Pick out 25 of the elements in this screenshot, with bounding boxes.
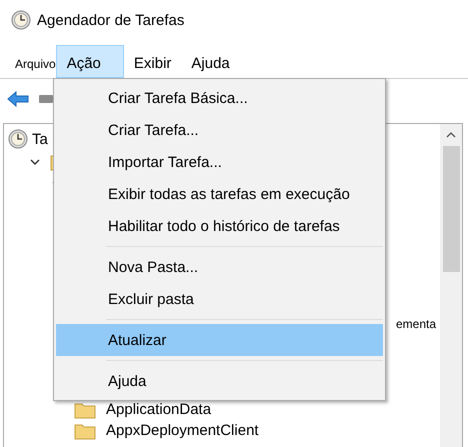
tree-item-label[interactable]: AppxDeploymentClient <box>106 422 259 439</box>
menu-item[interactable]: Atualizar <box>56 324 383 356</box>
scroll-up-icon[interactable] <box>446 132 456 138</box>
tree-item-label[interactable]: Ta <box>32 130 48 148</box>
menu-item[interactable]: Ajuda <box>56 365 383 397</box>
tree-item-label[interactable]: ementa <box>396 317 436 331</box>
menu-bar-item[interactable]: Ajuda <box>181 45 240 78</box>
menu-item[interactable]: Excluir pasta <box>56 283 383 315</box>
scrollbar-thumb[interactable] <box>442 146 460 272</box>
clock-icon <box>8 129 28 149</box>
menu-item[interactable]: Nova Pasta... <box>56 251 383 283</box>
menu-bar-item[interactable]: Arquivo <box>0 45 56 78</box>
clock-icon <box>11 10 31 30</box>
menu-item[interactable]: Criar Tarefa... <box>56 114 383 146</box>
menu-item[interactable]: Habilitar todo o histórico de tarefas <box>56 210 383 242</box>
menu-bar-item[interactable]: Ação <box>56 45 124 78</box>
tree-item-label[interactable]: ApplicationData <box>106 401 212 418</box>
folder-icon <box>74 422 96 440</box>
window-title: Agendador de Tarefas <box>37 12 184 28</box>
menu-item[interactable]: Importar Tarefa... <box>56 146 383 178</box>
menu-item[interactable]: Criar Tarefa Básica... <box>56 82 383 114</box>
toolbar-icon[interactable] <box>39 94 53 104</box>
menu-bar-item[interactable]: Exibir <box>124 45 182 78</box>
menu-item[interactable]: Exibir todas as tarefas em execução <box>56 178 383 210</box>
back-arrow-icon[interactable] <box>7 91 29 107</box>
